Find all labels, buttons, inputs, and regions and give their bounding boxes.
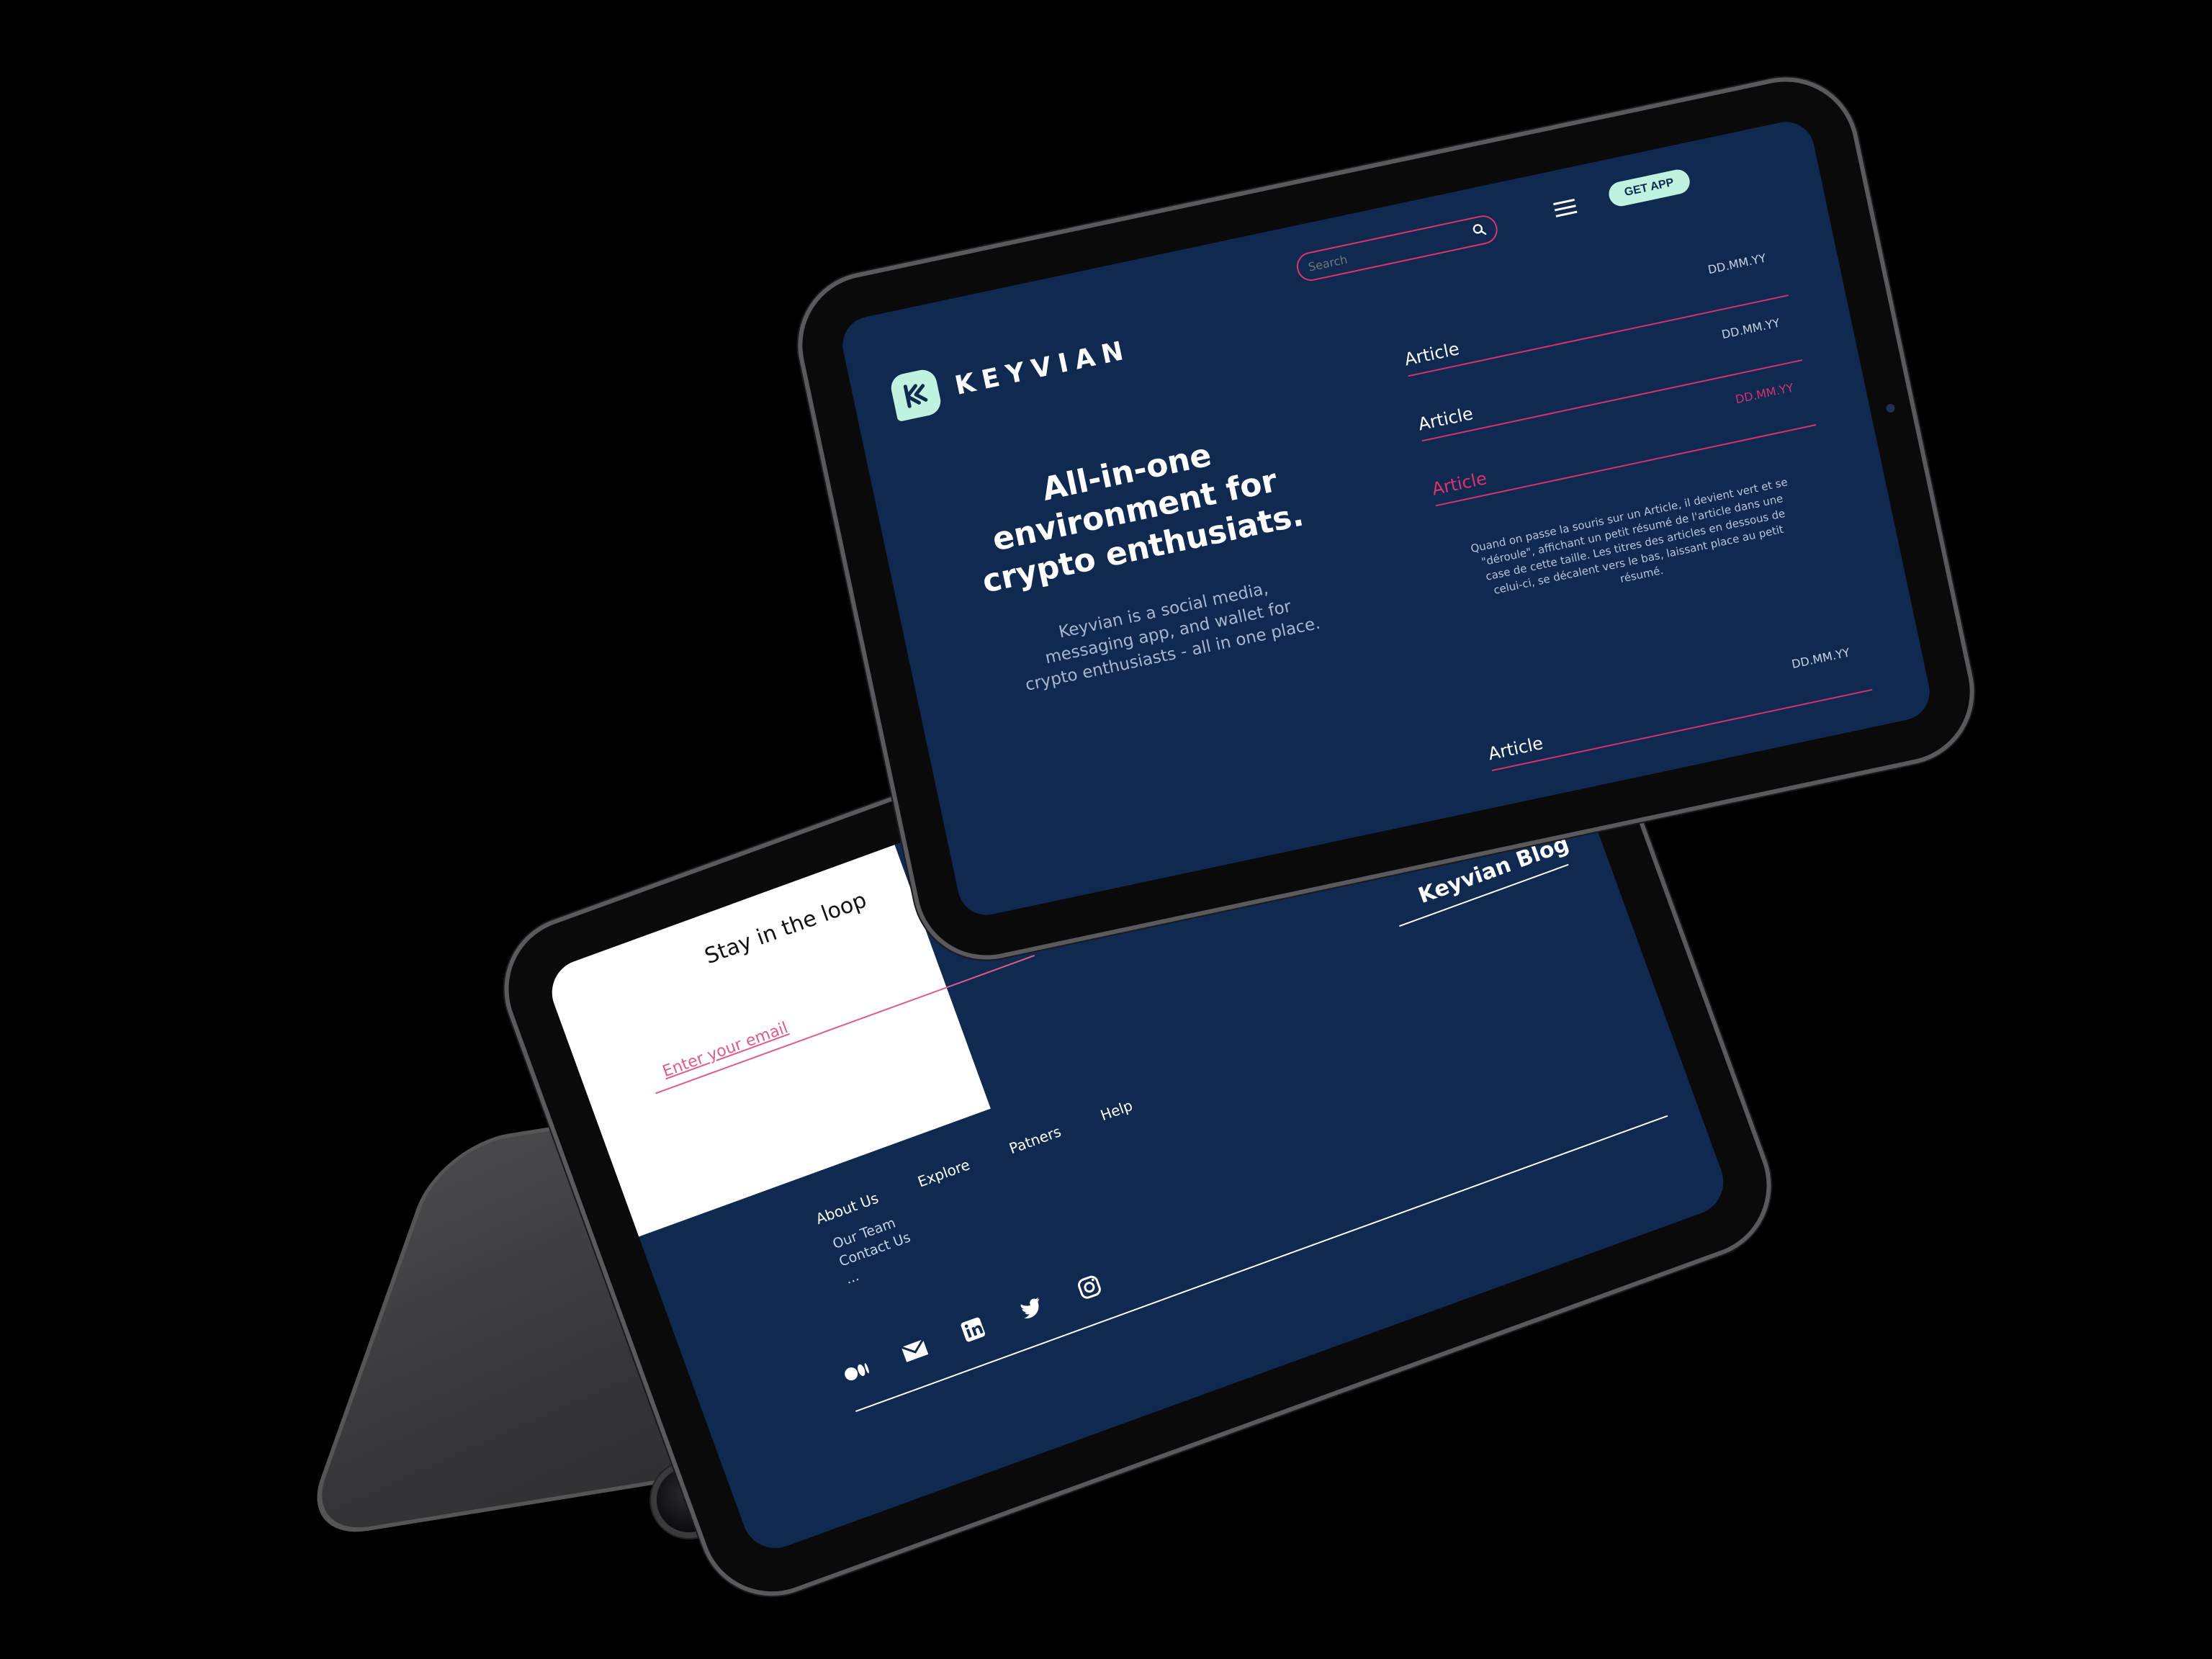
hero-tablet: KEYVIAN GET APP All-in-one environment f… bbox=[789, 68, 1983, 968]
article-title: Article bbox=[1402, 338, 1462, 370]
article-title: Article bbox=[1416, 403, 1475, 435]
linkedin-icon[interactable] bbox=[955, 1311, 992, 1348]
brand-name: KEYVIAN bbox=[952, 334, 1133, 401]
footer-link-partners[interactable]: Patners bbox=[1007, 1123, 1064, 1157]
article-date: DD.MM.YY bbox=[1790, 645, 1851, 672]
footer-link-help[interactable]: Help bbox=[1098, 1097, 1135, 1124]
article-title: Article bbox=[1430, 468, 1489, 500]
article-title: Article bbox=[1486, 732, 1545, 765]
email-underline bbox=[655, 955, 1035, 1094]
footer-link-explore[interactable]: Explore bbox=[915, 1156, 972, 1190]
keyvian-logo-icon bbox=[889, 367, 943, 422]
about-sub-list: Our Team Contact Us ... bbox=[830, 1210, 920, 1289]
newsletter-title: Stay in the loop bbox=[701, 887, 871, 970]
article-date: DD.MM.YY bbox=[1707, 251, 1768, 277]
article-item[interactable]: DD.MM.YY Article bbox=[1482, 639, 1890, 788]
hero-title: All-in-one environment for crypto enthus… bbox=[961, 419, 1309, 602]
search-bar[interactable] bbox=[1294, 212, 1501, 284]
twitter-icon[interactable] bbox=[1012, 1290, 1049, 1326]
instagram-icon[interactable] bbox=[1071, 1269, 1107, 1305]
front-camera-icon bbox=[1885, 403, 1896, 414]
get-app-button[interactable]: GET APP bbox=[1606, 167, 1692, 209]
search-icon[interactable] bbox=[1470, 220, 1488, 239]
hero-subtitle: Keyvian is a social media, messaging app… bbox=[1023, 579, 1322, 695]
brand-logo[interactable]: KEYVIAN bbox=[889, 327, 1135, 422]
mail-icon[interactable] bbox=[896, 1332, 933, 1369]
hamburger-menu-icon[interactable] bbox=[1551, 196, 1579, 220]
search-input[interactable] bbox=[1297, 226, 1467, 276]
article-divider bbox=[1491, 688, 1873, 772]
hero-screen: KEYVIAN GET APP All-in-one environment f… bbox=[837, 117, 1936, 920]
article-list: DD.MM.YY Article DD.MM.YY Article DD.MM.… bbox=[1398, 245, 1873, 772]
medium-icon[interactable] bbox=[838, 1354, 875, 1390]
social-links bbox=[838, 1269, 1108, 1390]
